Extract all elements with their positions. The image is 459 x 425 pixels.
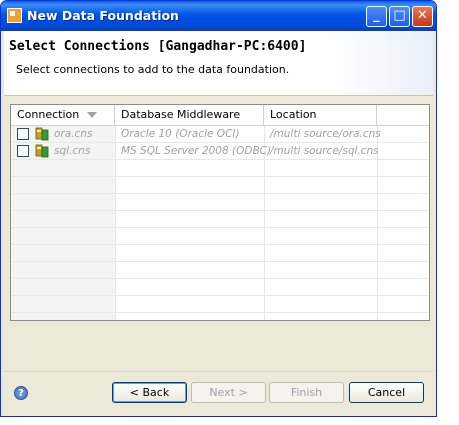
table-row-empty	[11, 245, 429, 262]
table-row-empty	[11, 177, 429, 194]
connection-middleware: Oracle 10 (Oracle OCI)	[121, 128, 240, 140]
column-header-middleware[interactable]: Database Middleware	[115, 105, 264, 125]
connection-icon	[35, 127, 49, 141]
table-rows: ora.cns Oracle 10 (Oracle OCI) /multi so…	[11, 126, 429, 320]
table-row-empty	[11, 228, 429, 245]
table-row-empty	[11, 211, 429, 228]
table-header: Connection Database Middleware Location	[11, 105, 429, 126]
connection-location: /multi source/ora.cns	[270, 128, 381, 140]
window-title: New Data Foundation	[27, 8, 179, 23]
table-row[interactable]: sql.cns MS SQL Server 2008 (ODBC) /multi…	[11, 143, 429, 160]
finish-button[interactable]: Finish	[269, 382, 344, 403]
app-icon	[7, 8, 22, 23]
next-button[interactable]: Next >	[191, 382, 266, 403]
page-description: Select connections to add to the data fo…	[16, 63, 290, 76]
connection-name: ora.cns	[54, 128, 93, 140]
new-data-foundation-dialog: New Data Foundation _ □ ✕ Select Connect…	[0, 0, 437, 417]
connection-location: /multi source/sql.cns	[270, 145, 379, 157]
footer-separator	[4, 371, 433, 372]
row-checkbox[interactable]	[17, 128, 29, 140]
title-bar[interactable]: New Data Foundation _ □ ✕	[1, 1, 436, 31]
minimize-button[interactable]: _	[366, 6, 387, 27]
column-header-connection-label: Connection	[17, 108, 80, 121]
table-row[interactable]: ora.cns Oracle 10 (Oracle OCI) /multi so…	[11, 126, 429, 143]
connections-table: Connection Database Middleware Location …	[10, 104, 430, 321]
row-checkbox[interactable]	[17, 145, 29, 157]
connection-middleware: MS SQL Server 2008 (ODBC)	[121, 145, 272, 157]
connection-icon	[35, 144, 49, 158]
maximize-button[interactable]: □	[389, 6, 410, 27]
connection-name: sql.cns	[54, 145, 91, 157]
table-row-empty	[11, 160, 429, 177]
wizard-header: Select Connections [Gangadhar-PC:6400] S…	[4, 31, 433, 96]
back-button[interactable]: < Back	[112, 382, 187, 403]
column-header-connection[interactable]: Connection	[11, 105, 115, 125]
table-row-empty	[11, 296, 429, 313]
table-row-empty	[11, 279, 429, 296]
cancel-button[interactable]: Cancel	[349, 382, 424, 403]
help-icon[interactable]: ?	[14, 386, 28, 400]
close-button[interactable]: ✕	[412, 6, 433, 27]
column-header-location[interactable]: Location	[264, 105, 377, 125]
table-row-empty	[11, 262, 429, 279]
page-title: Select Connections [Gangadhar-PC:6400]	[9, 39, 307, 54]
sort-arrow-icon	[87, 112, 98, 118]
table-row-empty	[11, 194, 429, 211]
